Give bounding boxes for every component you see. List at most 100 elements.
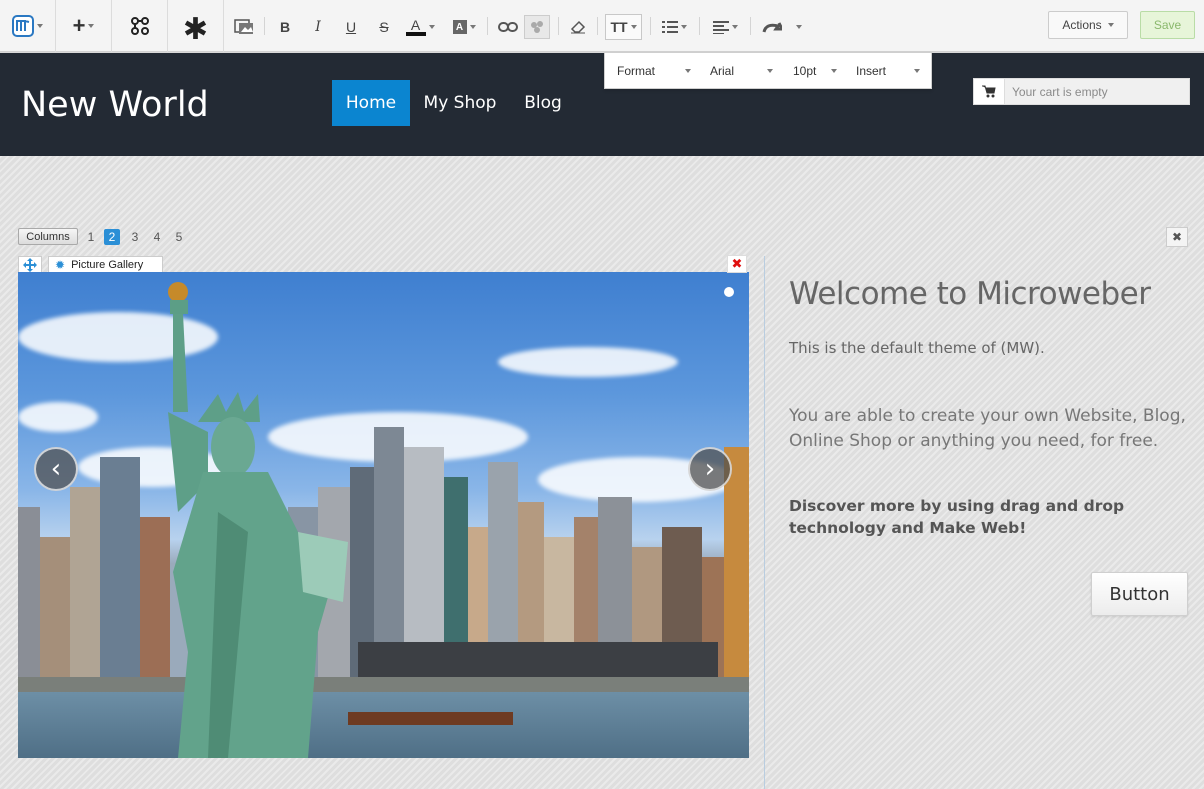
toolbar-divider: [750, 17, 751, 35]
columns-button[interactable]: Columns: [18, 228, 78, 245]
asterisk-icon: ✱: [182, 13, 209, 46]
font-family-select[interactable]: Arial: [710, 64, 734, 78]
format-panel: Format Arial 10pt Insert: [604, 52, 932, 89]
gallery-next-button[interactable]: ›: [688, 447, 732, 491]
gear-icon: ✹: [55, 258, 66, 272]
background-color-icon: A: [452, 20, 467, 34]
nav-blog[interactable]: Blog: [516, 80, 570, 126]
cloud: [18, 402, 98, 432]
unlink-button[interactable]: [524, 15, 550, 39]
close-icon: ✖: [731, 256, 743, 271]
actions-button[interactable]: Actions: [1048, 11, 1128, 39]
building: [100, 457, 140, 677]
chevron-down-icon: [1107, 23, 1114, 27]
building: [70, 487, 100, 677]
move-icon: [23, 258, 37, 272]
chevron-down-icon: [630, 25, 637, 29]
italic-button[interactable]: I: [309, 16, 327, 38]
statue-of-liberty: [168, 282, 348, 758]
welcome-heading[interactable]: Welcome to Microweber: [789, 276, 1151, 312]
chevron-down-icon: [428, 25, 435, 29]
mw-logo-icon: [12, 15, 34, 37]
list-button[interactable]: [660, 16, 688, 38]
building: [40, 537, 70, 677]
module-name: Picture Gallery: [71, 259, 144, 271]
toolbar-divider: [558, 17, 559, 35]
cart-status: Your cart is empty: [1012, 85, 1108, 99]
welcome-paragraph-2[interactable]: You are able to create your own Website,…: [789, 404, 1189, 454]
building: [374, 427, 404, 677]
editor-toolbar: + ✱ B I U S A A TT Actions Save: [0, 0, 1204, 52]
font-color-button[interactable]: A: [405, 16, 435, 38]
close-layout-button[interactable]: ✖: [1166, 227, 1188, 247]
text-format-button[interactable]: TT: [605, 14, 642, 40]
gallery-pager-dot[interactable]: [724, 287, 734, 297]
align-button[interactable]: [710, 16, 740, 38]
settings-asterisk-button[interactable]: ✱: [168, 0, 224, 52]
cloud: [498, 347, 678, 377]
save-button[interactable]: Save: [1140, 11, 1195, 39]
strikethrough-button[interactable]: S: [375, 16, 393, 38]
column-option-5[interactable]: 5: [171, 229, 187, 245]
nav-my-shop[interactable]: My Shop: [418, 80, 502, 126]
link-icon: [498, 22, 518, 32]
plus-icon: +: [72, 13, 86, 38]
background-color-button[interactable]: A: [450, 16, 478, 38]
chevron-down-icon: [680, 25, 687, 29]
building: [18, 507, 40, 677]
clear-format-button[interactable]: [567, 16, 589, 38]
link-button[interactable]: [496, 16, 520, 38]
insert-media-button[interactable]: [232, 16, 256, 38]
welcome-paragraph-3[interactable]: Discover more by using drag and drop tec…: [789, 495, 1199, 539]
column-option-3[interactable]: 3: [127, 229, 143, 245]
column-option-1[interactable]: 1: [83, 229, 99, 245]
column-option-2[interactable]: 2: [104, 229, 120, 245]
module-delete-button[interactable]: ✖: [727, 255, 747, 273]
layouts-button[interactable]: [112, 0, 168, 52]
cart-widget[interactable]: Your cart is empty: [973, 78, 1190, 105]
strikethrough-icon: S: [379, 19, 389, 35]
insert-select[interactable]: Insert: [856, 64, 886, 78]
underline-icon: U: [345, 19, 357, 35]
gallery-prev-button[interactable]: ‹: [34, 447, 78, 491]
italic-icon: I: [315, 19, 321, 35]
pier-building: [358, 642, 718, 678]
welcome-paragraph-1[interactable]: This is the default theme of (MW).: [789, 339, 1045, 357]
chevron-left-icon: ‹: [50, 454, 62, 484]
column-divider[interactable]: [764, 256, 765, 789]
chevron-down-icon: [88, 24, 95, 28]
add-button[interactable]: +: [56, 0, 112, 52]
picture-gallery[interactable]: ‹ ›: [18, 272, 749, 758]
toolbar-divider: [650, 17, 651, 35]
toolbar-divider: [597, 17, 598, 35]
actions-label: Actions: [1062, 18, 1102, 32]
site-title[interactable]: New World: [21, 85, 209, 125]
modules-graph-icon: [130, 17, 149, 35]
water: [18, 692, 749, 758]
mw-logo-menu[interactable]: [0, 0, 56, 52]
text-size-icon: TT: [610, 19, 628, 35]
toolbar-divider: [264, 17, 265, 35]
image-icon: [234, 19, 253, 34]
align-left-icon: [712, 21, 729, 34]
unlink-icon: [531, 21, 543, 33]
chevron-right-icon: ›: [704, 454, 716, 484]
cart-icon-box[interactable]: [974, 79, 1005, 104]
chevron-down-icon: [731, 25, 738, 29]
list-icon: [661, 21, 678, 33]
chevron-down-icon: [796, 25, 802, 29]
underline-button[interactable]: U: [342, 16, 360, 38]
font-size-select[interactable]: 10pt: [793, 64, 816, 78]
chevron-down-icon: [914, 69, 920, 73]
undo-icon: [762, 22, 782, 33]
bold-button[interactable]: B: [276, 16, 294, 38]
eraser-icon: [570, 20, 586, 34]
welcome-button[interactable]: Button: [1091, 572, 1188, 616]
toolbar-divider: [487, 17, 488, 35]
undo-button[interactable]: [760, 16, 804, 38]
column-option-4[interactable]: 4: [149, 229, 165, 245]
bold-icon: B: [279, 19, 291, 35]
format-select[interactable]: Format: [617, 64, 655, 78]
chevron-down-icon: [37, 24, 43, 28]
nav-home[interactable]: Home: [332, 80, 410, 126]
